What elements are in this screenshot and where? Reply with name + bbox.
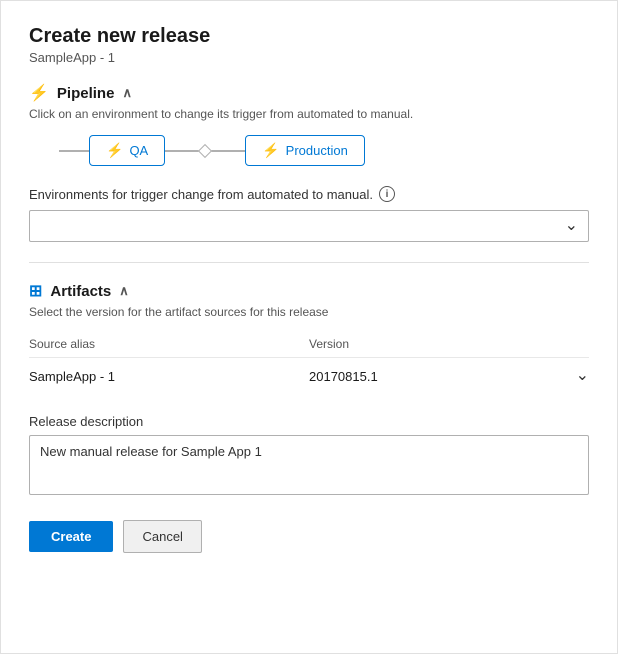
artifacts-hint: Select the version for the artifact sour… <box>29 305 589 319</box>
pipeline-connector <box>165 146 245 156</box>
env-label-text: Environments for trigger change from aut… <box>29 187 373 202</box>
actions-row: Create Cancel <box>29 520 589 553</box>
section-divider <box>29 262 589 263</box>
env-label-row: Environments for trigger change from aut… <box>29 186 589 202</box>
create-button[interactable]: Create <box>29 521 113 552</box>
artifacts-label: Artifacts <box>50 283 111 300</box>
env-dropdown-chevron <box>565 218 578 234</box>
artifact-row: SampleApp - 1 20170815.1 <box>29 357 589 394</box>
stage-qa-icon: ⚡ <box>106 142 123 159</box>
panel-subtitle: SampleApp - 1 <box>29 50 589 65</box>
panel-title: Create new release <box>29 25 589 48</box>
pipeline-hint: Click on an environment to change its tr… <box>29 107 589 121</box>
artifacts-section: ⊞ Artifacts ∧ Select the version for the… <box>29 281 589 394</box>
cancel-button[interactable]: Cancel <box>123 520 201 553</box>
stage-qa-label: QA <box>129 143 148 158</box>
artifact-col-headers: Source alias Version <box>29 333 589 357</box>
artifact-version-value: 20170815.1 <box>309 369 378 384</box>
pipeline-section: ⚡ Pipeline ∧ Click on an environment to … <box>29 83 589 242</box>
release-desc-label: Release description <box>29 414 589 429</box>
artifacts-section-header: ⊞ Artifacts ∧ <box>29 281 589 301</box>
conn-diamond <box>198 143 212 157</box>
artifact-version-cell[interactable]: 20170815.1 <box>309 368 589 384</box>
create-release-panel: Create new release SampleApp - 1 ⚡ Pipel… <box>0 0 618 654</box>
release-desc-textarea[interactable] <box>29 435 589 495</box>
pipeline-label: Pipeline <box>57 85 115 102</box>
artifact-table: Source alias Version SampleApp - 1 20170… <box>29 333 589 394</box>
stage-production-label: Production <box>286 143 348 158</box>
stage-qa[interactable]: ⚡ QA <box>89 135 165 166</box>
col-header-alias: Source alias <box>29 333 309 357</box>
col-header-version: Version <box>309 333 589 357</box>
artifact-alias: SampleApp - 1 <box>29 369 309 384</box>
stage-production[interactable]: ⚡ Production <box>245 135 365 166</box>
info-icon[interactable]: i <box>379 186 395 202</box>
env-dropdown[interactable] <box>29 210 589 242</box>
stage-production-icon: ⚡ <box>262 142 279 159</box>
artifacts-toggle[interactable]: ∧ <box>119 283 129 299</box>
artifact-version-chevron[interactable] <box>576 368 589 384</box>
pipeline-area: ⚡ QA ⚡ Production <box>29 135 589 166</box>
artifacts-icon: ⊞ <box>29 281 42 301</box>
release-desc-section: Release description <box>29 414 589 498</box>
pipeline-icon: ⚡ <box>29 83 49 103</box>
pipeline-section-header: ⚡ Pipeline ∧ <box>29 83 589 103</box>
pipeline-toggle[interactable]: ∧ <box>122 85 132 101</box>
pipeline-line-left <box>59 150 89 152</box>
